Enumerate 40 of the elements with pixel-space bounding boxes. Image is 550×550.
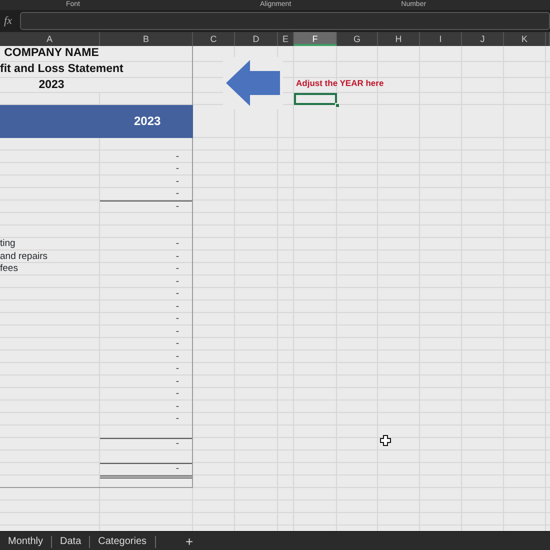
amount-value: - bbox=[174, 400, 180, 412]
amount-value: - bbox=[174, 376, 180, 386]
sheet-tab[interactable]: Data bbox=[52, 536, 90, 548]
amount-value: - bbox=[174, 188, 180, 199]
amount-value: - bbox=[174, 300, 180, 312]
amount-value: - bbox=[174, 363, 180, 374]
amount-value: - bbox=[174, 200, 180, 212]
amount-value: - bbox=[174, 326, 180, 336]
selected-cell[interactable] bbox=[294, 93, 337, 105]
amount-value: - bbox=[174, 413, 180, 424]
row-label: ting bbox=[0, 238, 16, 249]
function-label[interactable]: fx bbox=[0, 12, 16, 30]
amount-value: - bbox=[174, 263, 180, 274]
amount-value: - bbox=[174, 150, 180, 162]
year-heading: 2023 bbox=[134, 116, 161, 127]
row-label: and repairs bbox=[0, 250, 48, 262]
amount-value: - bbox=[174, 388, 180, 399]
amount-value: - bbox=[174, 176, 180, 186]
amount-value: - bbox=[174, 313, 180, 324]
row-label: fees bbox=[0, 263, 18, 274]
left-arrow-shape bbox=[226, 60, 280, 106]
amount-value: - bbox=[174, 438, 180, 449]
amount-value: - bbox=[174, 338, 180, 349]
formula-input-field[interactable] bbox=[20, 12, 550, 30]
sheet-tab[interactable]: Categories bbox=[90, 536, 156, 548]
column-header[interactable]: F bbox=[294, 32, 337, 46]
amount-value: - bbox=[174, 250, 180, 262]
sheet-tab[interactable]: Monthly bbox=[0, 536, 52, 548]
amount-value: - bbox=[174, 238, 180, 249]
annotation-text: Adjust the YEAR here bbox=[295, 78, 384, 88]
amount-value: - bbox=[174, 276, 180, 286]
title-text: COMPANY NAME bbox=[4, 47, 99, 59]
cursor-icon bbox=[380, 435, 391, 446]
amount-value: - bbox=[174, 350, 180, 362]
amount-value: - bbox=[174, 288, 180, 299]
title-text: fit and Loss Statement bbox=[0, 63, 124, 75]
amount-value: - bbox=[174, 163, 180, 174]
amount-value: - bbox=[174, 463, 180, 474]
add-sheet-button[interactable]: + bbox=[182, 534, 198, 548]
title-text: 2023 bbox=[38, 79, 64, 91]
